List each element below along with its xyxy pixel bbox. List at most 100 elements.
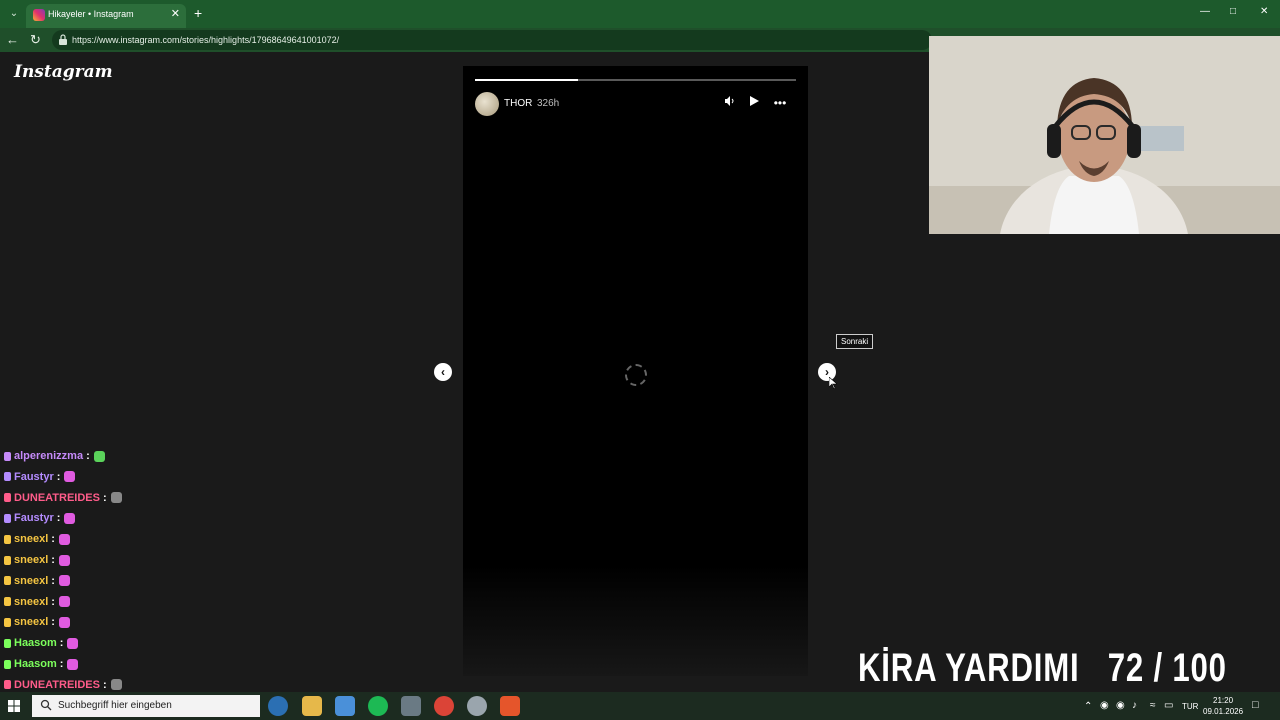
windows-start-icon[interactable]: [8, 700, 20, 712]
minimize-icon[interactable]: —: [1200, 6, 1210, 17]
window-close-icon[interactable]: ✕: [1260, 6, 1268, 17]
browser-tab[interactable]: Hikayeler • Instagram ✕: [26, 4, 186, 28]
taskbar-search-input[interactable]: Suchbegriff hier eingeben: [32, 695, 260, 717]
screen: ⌄ Hikayeler • Instagram ✕ + — □ ✕ ← ↻ ht…: [0, 0, 1280, 720]
chat-message: Faustyr:: [4, 470, 76, 489]
chat-badge-icon: [4, 659, 11, 669]
chat-message: Haasom:: [4, 637, 79, 655]
wifi-icon[interactable]: ≈: [1150, 700, 1156, 711]
chat-message: sneexl:: [4, 616, 70, 634]
chat-username: DUNEATREIDES: [14, 491, 100, 504]
chat-emote-icon: [64, 471, 76, 483]
chat-separator: :: [51, 616, 55, 629]
clock-time[interactable]: 21:20: [1213, 696, 1233, 705]
chat-emote-icon: [64, 512, 76, 524]
tray-chevron-icon[interactable]: ⌃: [1084, 701, 1092, 712]
previous-story-button[interactable]: ‹: [434, 363, 452, 381]
play-icon[interactable]: [746, 95, 762, 111]
mute-icon[interactable]: [722, 95, 738, 111]
obs-app-icon[interactable]: [467, 696, 487, 716]
avatar[interactable]: [475, 92, 499, 116]
instagram-favicon-icon: [33, 9, 45, 21]
chat-message: alperenizzma:: [4, 450, 105, 468]
chat-badge-icon: [4, 638, 11, 648]
chat-separator: :: [102, 491, 107, 504]
chat-separator: :: [59, 658, 64, 670]
tab-close-icon[interactable]: ✕: [171, 7, 180, 20]
chat-badge-icon: [4, 680, 11, 690]
chat-badge-icon: [4, 472, 11, 482]
chat-badge-icon: [4, 597, 11, 607]
browser-tab-bar: ⌄ Hikayeler • Instagram ✕ + — □ ✕: [0, 0, 1280, 28]
tab-title: Hikayeler • Instagram: [48, 9, 134, 19]
chat-emote-icon: [93, 450, 105, 462]
chat-badge-icon: [4, 493, 11, 503]
webcam-overlay: [929, 36, 1280, 234]
speaker-icon: [725, 96, 734, 106]
chat-username: Haasom: [14, 637, 57, 650]
tray-network-icon[interactable]: ◉: [1100, 700, 1109, 711]
brave-app-icon[interactable]: [500, 696, 520, 716]
chat-username: sneexl: [14, 574, 49, 587]
chat-emote-icon: [58, 575, 70, 587]
chat-emote-icon: [67, 637, 79, 649]
chat-separator: :: [86, 450, 90, 462]
chat-username: sneexl: [14, 616, 49, 629]
restore-icon[interactable]: □: [1230, 6, 1236, 17]
next-tooltip: Sonraki: [836, 334, 874, 349]
reload-icon[interactable]: ↻: [30, 32, 41, 48]
search-icon: [40, 699, 52, 711]
notification-icon[interactable]: □: [1252, 699, 1259, 711]
chat-emote-icon: [58, 554, 70, 566]
chat-separator: :: [51, 554, 55, 566]
calculator-app-icon[interactable]: [401, 696, 421, 716]
chat-message: sneexl:: [4, 575, 70, 593]
story-bottom-gradient: [463, 566, 808, 676]
chrome-app-icon[interactable]: [434, 696, 454, 716]
chat-username: Faustyr: [14, 470, 54, 483]
chat-separator: :: [51, 595, 55, 608]
more-options-icon[interactable]: •••: [772, 95, 788, 111]
chat-separator: :: [51, 574, 55, 587]
chat-message: Haasom:: [4, 658, 79, 676]
chat-emote-icon: [58, 596, 70, 608]
spotify-app-icon[interactable]: [368, 696, 388, 716]
chat-username: DUNEATREIDES: [14, 678, 100, 691]
language-indicator[interactable]: TUR: [1182, 702, 1198, 711]
chat-emote-icon: [58, 616, 70, 628]
url-input[interactable]: https://www.instagram.com/stories/highli…: [52, 30, 932, 50]
streamer-webcam-image: [929, 36, 1280, 234]
clock-date[interactable]: 09.01.2026: [1203, 707, 1243, 716]
site-info-icon[interactable]: [58, 34, 68, 46]
chat-separator: :: [56, 512, 61, 525]
chat-badge-icon: [4, 555, 11, 565]
edge-app-icon[interactable]: [268, 696, 288, 716]
back-arrow-icon[interactable]: ←: [6, 32, 19, 47]
chat-badge-icon: [4, 513, 11, 523]
story-progress-bar: [475, 79, 796, 81]
chat-message: sneexl:: [4, 596, 70, 614]
chat-username: alperenizzma: [14, 450, 84, 462]
search-placeholder: Suchbegriff hier eingeben: [58, 700, 172, 711]
store-app-icon[interactable]: [335, 696, 355, 716]
chat-badge-icon: [4, 534, 11, 544]
tab-list-chevron-icon[interactable]: ⌄: [6, 6, 22, 22]
chat-message: sneexl:: [4, 554, 70, 572]
chat-separator: :: [56, 470, 61, 483]
microphone-icon[interactable]: ◉: [1116, 700, 1125, 711]
chat-badge-icon: [4, 617, 11, 627]
story-viewer[interactable]: THOR 326h •••: [463, 66, 808, 676]
battery-icon[interactable]: ▭: [1164, 700, 1173, 711]
new-tab-icon[interactable]: +: [194, 5, 202, 21]
chat-username: sneexl: [14, 533, 49, 546]
speaker-icon[interactable]: ♪: [1132, 700, 1137, 711]
chat-separator: :: [51, 533, 55, 546]
chat-emote-icon: [58, 533, 70, 545]
play-triangle-icon: [750, 96, 759, 106]
file-explorer-app-icon[interactable]: [302, 696, 322, 716]
story-username[interactable]: THOR: [504, 98, 532, 109]
chat-badge-icon: [4, 576, 11, 586]
loading-spinner-icon: [625, 364, 647, 386]
instagram-logo[interactable]: Instagram: [14, 62, 113, 82]
mouse-cursor-icon: [829, 377, 837, 389]
